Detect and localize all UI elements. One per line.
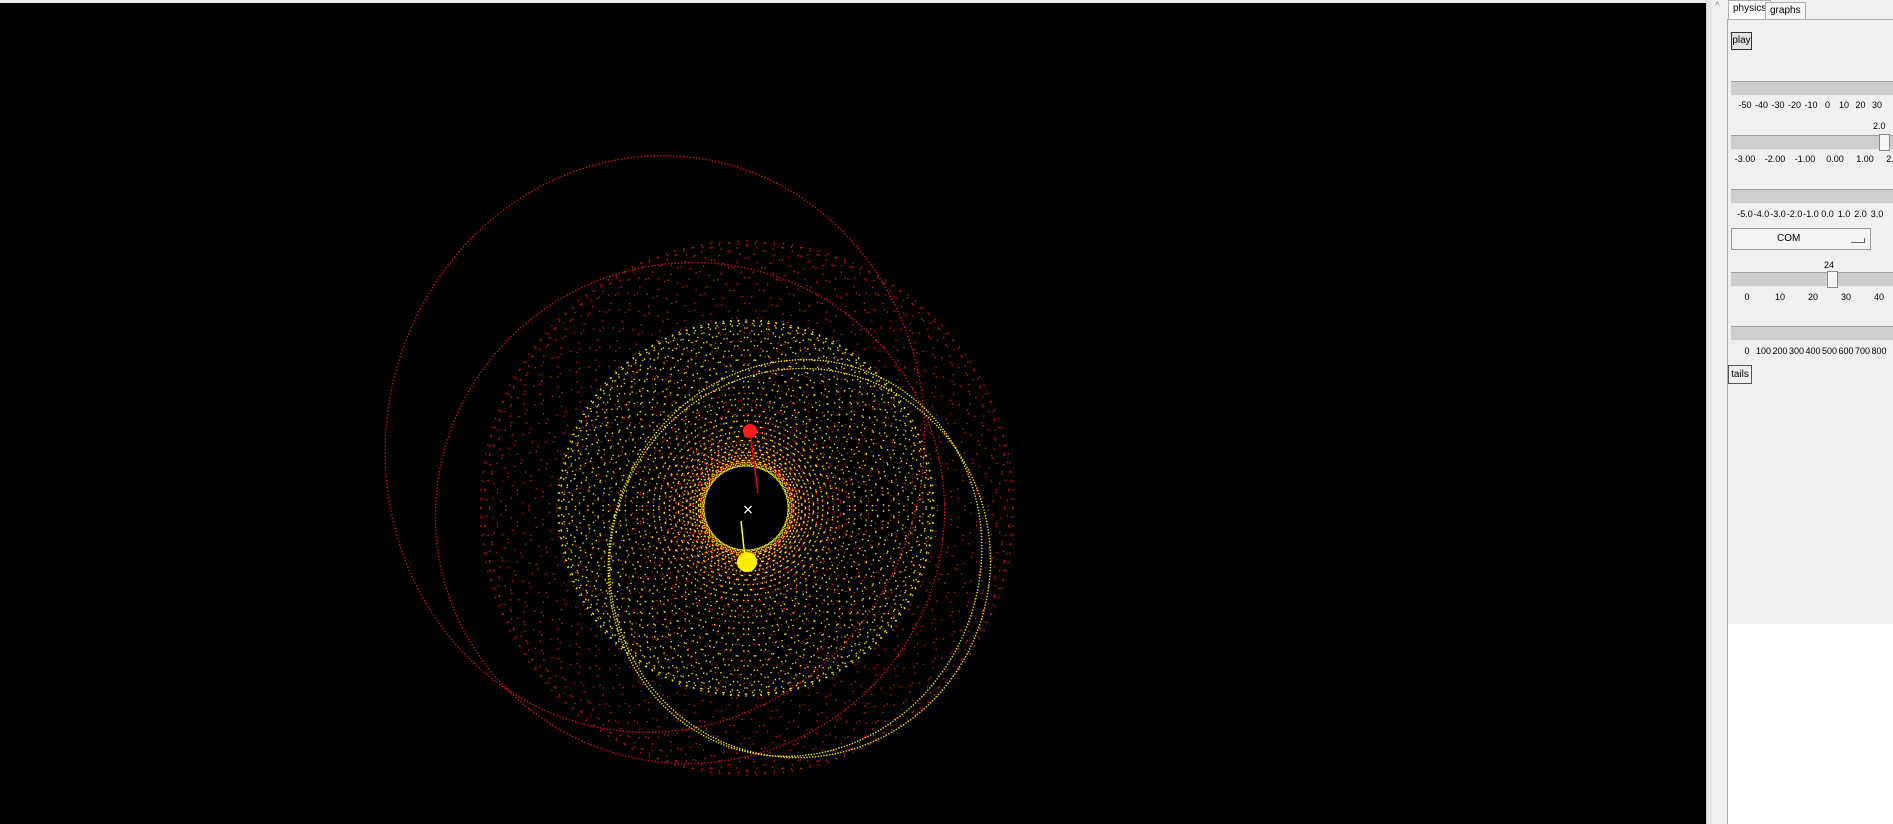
tick-label: 0: [1824, 100, 1831, 110]
tick-label: -10: [1804, 100, 1818, 110]
slider-4[interactable]: [1731, 271, 1893, 288]
tick-label: 20: [1855, 100, 1866, 110]
tick-label: 10: [1774, 292, 1786, 302]
tick-label: -2.0: [1786, 209, 1803, 219]
frame-dropdown-value: COM: [1777, 233, 1801, 244]
yellow-body[interactable]: [737, 552, 757, 572]
physics-tab-body: play -50 -40 -30 -20 -10 0 10 20 30 2.0 -3.00 -2.…: [1727, 19, 1893, 625]
tick-label: -1.0: [1803, 209, 1819, 219]
slider-3[interactable]: [1731, 189, 1893, 204]
tick-label: 0: [1744, 346, 1750, 356]
tick-label: 30: [1840, 292, 1852, 302]
slider-2-value: 2.0: [1873, 121, 1886, 131]
tab-graphs[interactable]: graphs: [1765, 2, 1806, 20]
tick-label: 400: [1805, 346, 1821, 356]
slider-4-thumb[interactable]: [1827, 271, 1838, 288]
frame-dropdown[interactable]: COM: [1731, 228, 1871, 250]
dropdown-indicator-icon: [1851, 238, 1865, 243]
tick-label: 200: [1772, 346, 1788, 356]
slider-1[interactable]: [1731, 81, 1893, 96]
slider-2-thumb[interactable]: [1879, 134, 1890, 151]
tick-label: 800: [1871, 346, 1887, 356]
tick-label: 0.0: [1821, 209, 1834, 219]
tick-label: 0: [1744, 292, 1750, 302]
tick-label: 1.00: [1856, 154, 1874, 164]
tick-label: 500: [1821, 346, 1838, 356]
tick-label: 10: [1838, 100, 1850, 110]
vertical-scrollbar[interactable]: ^: [1712, 0, 1728, 824]
tick-label: 2.0: [1854, 209, 1867, 219]
tick-label: -2.00: [1764, 154, 1786, 164]
slider-2[interactable]: [1731, 134, 1893, 151]
orbit-trails: [384, 155, 1015, 776]
tick-label: 2.00: [1886, 154, 1893, 164]
tails-button[interactable]: tails: [1728, 365, 1752, 384]
tick-label: 100: [1755, 346, 1772, 356]
tick-label: -5.0: [1737, 209, 1753, 219]
tick-label: 20: [1807, 292, 1819, 302]
tick-label: 1.0: [1837, 209, 1851, 219]
center-of-mass-marker: ×: [742, 502, 754, 518]
slider-4-value: 24: [1824, 260, 1835, 270]
tick-label: 30: [1871, 100, 1883, 110]
tick-label: 300: [1788, 346, 1805, 356]
tick-label: -1.00: [1794, 154, 1816, 164]
tick-label: 700: [1854, 346, 1871, 356]
tick-label: -3.00: [1734, 154, 1756, 164]
scroll-up-arrow-icon[interactable]: ^: [1715, 1, 1720, 12]
control-panel: physics graphs play -50 -40 -30 -20 -10 0 10 20…: [1727, 0, 1893, 824]
tick-label: 40: [1873, 292, 1885, 302]
slider-5[interactable]: [1731, 326, 1893, 341]
red-body[interactable]: [743, 424, 757, 438]
tick-label: -50: [1738, 100, 1752, 110]
tick-label: -30: [1771, 100, 1785, 110]
tick-label: -4.0: [1753, 209, 1770, 219]
tick-label: -20: [1787, 100, 1802, 110]
panel-blank-area: [1727, 624, 1893, 824]
orbit-plot: ×: [384, 155, 1015, 776]
tick-label: -40: [1754, 100, 1769, 110]
play-button[interactable]: play: [1731, 32, 1752, 50]
tick-label: -3.0: [1770, 209, 1786, 219]
tick-label: 600: [1838, 346, 1854, 356]
tick-label: 0.00: [1826, 154, 1844, 164]
tick-label: 3.0: [1870, 209, 1884, 219]
simulation-canvas[interactable]: ×: [0, 3, 1706, 824]
